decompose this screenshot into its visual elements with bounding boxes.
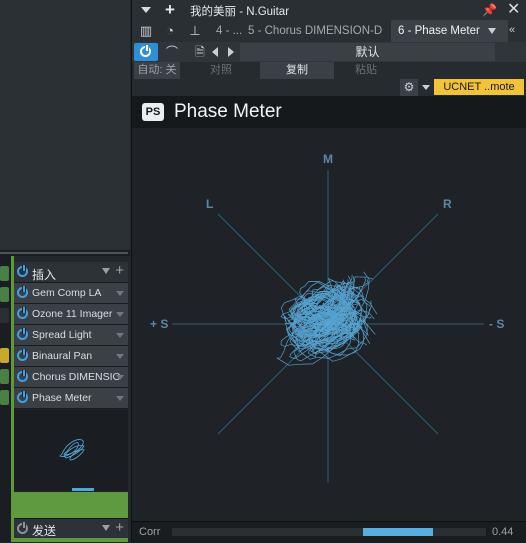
label-minus-s: - S — [489, 317, 504, 331]
insert-slot[interactable]: Binaural Pan — [14, 346, 128, 367]
chevron-down-icon[interactable] — [116, 333, 124, 338]
chevron-down-icon[interactable] — [116, 291, 124, 296]
insert-slot-name: Gem Comp LA — [32, 287, 102, 299]
strip-button[interactable] — [0, 369, 9, 384]
plugin-header: PS Phase Meter — [132, 96, 526, 129]
add-send-icon[interactable]: + — [115, 520, 124, 536]
chevron-down-icon[interactable] — [488, 28, 496, 34]
mini-phase-trace — [59, 439, 85, 461]
inserts-header-label: 插入 — [32, 268, 57, 282]
window-titlebar: + 我的美丽 - N.Guitar 📌 ✕ — [132, 0, 526, 20]
automation-icon[interactable]: ⌒ — [160, 43, 184, 61]
copy-button[interactable]: 复制 — [260, 62, 334, 79]
corr-meter — [172, 528, 486, 536]
next-preset-button[interactable] — [228, 47, 234, 57]
insert-slot-name: Ozone 11 Imager — [32, 308, 113, 320]
tab-4[interactable]: 4 - ... — [212, 20, 244, 42]
tab-chorus-dimension[interactable]: 5 - Chorus DIMENSION-D — [244, 20, 390, 42]
plugin-window: + 我的美丽 - N.Guitar 📌 ✕ ▥ ◔ ⊥ 4 - ... 5 - … — [131, 0, 526, 543]
mixer-empty-area — [0, 0, 130, 250]
strip-button[interactable] — [0, 348, 9, 363]
phase-scope: M L R + S - S — [132, 128, 526, 521]
window-title: 我的美丽 - N.Guitar — [190, 6, 290, 18]
compare-button[interactable]: 对照 — [184, 62, 258, 79]
label-l: L — [206, 197, 213, 211]
insert-slot-name: Chorus DIMENSIO... — [32, 371, 120, 383]
routing-icon[interactable]: ⊥ — [187, 23, 203, 39]
corr-label: Corr — [139, 526, 161, 538]
phase-scope-canvas: M L R + S - S — [150, 152, 504, 483]
pie-icon[interactable]: ◔ — [162, 23, 178, 39]
automation-off-button[interactable]: 自动: 关 — [134, 62, 180, 79]
strip-button[interactable] — [0, 266, 9, 281]
preset-doc-icon[interactable]: 🗎 — [192, 43, 208, 61]
insert-slot[interactable]: Ozone 11 Imager — [14, 304, 128, 325]
insert-slot-name: Binaural Pan — [32, 350, 93, 362]
phase-trace — [276, 271, 378, 366]
insert-slot[interactable]: Chorus DIMENSIO... — [14, 367, 128, 388]
insert-slot[interactable]: Gem Comp LA — [14, 283, 128, 304]
presonus-logo-icon: PS — [142, 103, 164, 121]
prev-preset-button[interactable] — [212, 47, 218, 57]
close-icon[interactable]: ✕ — [507, 1, 520, 19]
insert-slot-name: Phase Meter — [32, 392, 92, 404]
plugin-settings-row: ⚙ UCNET ..mote — [132, 79, 526, 96]
inserts-header: 插入 + — [14, 262, 128, 283]
strip-button[interactable] — [0, 308, 9, 323]
power-icon[interactable] — [17, 349, 28, 361]
strip-button[interactable] — [0, 390, 9, 405]
plugin-control-row: ⌒ 🗎 默认 — [132, 42, 526, 62]
chevron-down-icon[interactable] — [116, 396, 124, 401]
label-r: R — [443, 197, 452, 211]
power-icon[interactable] — [17, 370, 28, 382]
tab-overflow-icon[interactable]: « — [509, 24, 515, 36]
strip-button[interactable] — [0, 287, 9, 302]
power-icon[interactable] — [17, 328, 28, 340]
pin-icon[interactable]: 📌 — [482, 3, 497, 17]
insert-slot[interactable]: Spread Light — [14, 325, 128, 346]
channel-strip-edge — [0, 256, 14, 542]
ucnet-remote-button[interactable]: UCNET ..mote — [434, 79, 524, 95]
insert-slot[interactable]: Phase Meter — [14, 388, 128, 409]
preset-selector[interactable]: 默认 — [240, 43, 495, 61]
chevron-down-icon[interactable] — [102, 268, 110, 274]
insert-slot-name: Spread Light — [32, 329, 92, 341]
mini-phase-meter[interactable] — [14, 410, 128, 490]
add-icon[interactable]: + — [165, 0, 175, 20]
chevron-down-icon[interactable] — [102, 525, 110, 531]
panel-divider[interactable] — [0, 250, 130, 256]
power-icon — [140, 45, 151, 57]
sends-power-icon[interactable] — [17, 522, 28, 534]
plugin-tabs-bar: ▥ ◔ ⊥ 4 - ... 5 - Chorus DIMENSION-D 6 -… — [132, 20, 526, 42]
chevron-down-icon[interactable] — [116, 354, 124, 359]
plugin-action-row: 自动: 关 对照 复制 粘贴 — [132, 62, 526, 79]
corr-meter-fill — [363, 528, 434, 536]
channel-color-panel — [14, 492, 128, 518]
channel-color-panel — [14, 538, 128, 542]
corr-value: 0.44 — [492, 526, 514, 538]
mixer-view-icon[interactable]: ▥ — [138, 23, 154, 39]
plugin-title: Phase Meter — [174, 101, 282, 122]
window-menu-icon[interactable] — [141, 7, 151, 13]
chevron-down-icon[interactable] — [116, 312, 124, 317]
label-plus-s: + S — [150, 317, 168, 331]
chevron-down-icon[interactable] — [116, 375, 124, 380]
correlation-footer: Corr 0.44 — [132, 521, 526, 543]
plugin-power-button[interactable] — [134, 43, 158, 61]
power-icon[interactable] — [17, 307, 28, 319]
inserts-power-icon[interactable] — [17, 265, 28, 277]
mini-corr-indicator — [72, 488, 94, 491]
chevron-down-icon[interactable] — [422, 85, 430, 90]
paste-button[interactable]: 粘贴 — [336, 62, 396, 79]
sends-header: 发送 + — [14, 518, 128, 539]
label-m: M — [323, 152, 333, 166]
power-icon[interactable] — [17, 391, 28, 403]
sends-header-label: 发送 — [32, 524, 57, 538]
add-insert-icon[interactable]: + — [115, 263, 124, 279]
power-icon[interactable] — [17, 286, 28, 298]
gear-icon[interactable]: ⚙ — [400, 79, 418, 96]
